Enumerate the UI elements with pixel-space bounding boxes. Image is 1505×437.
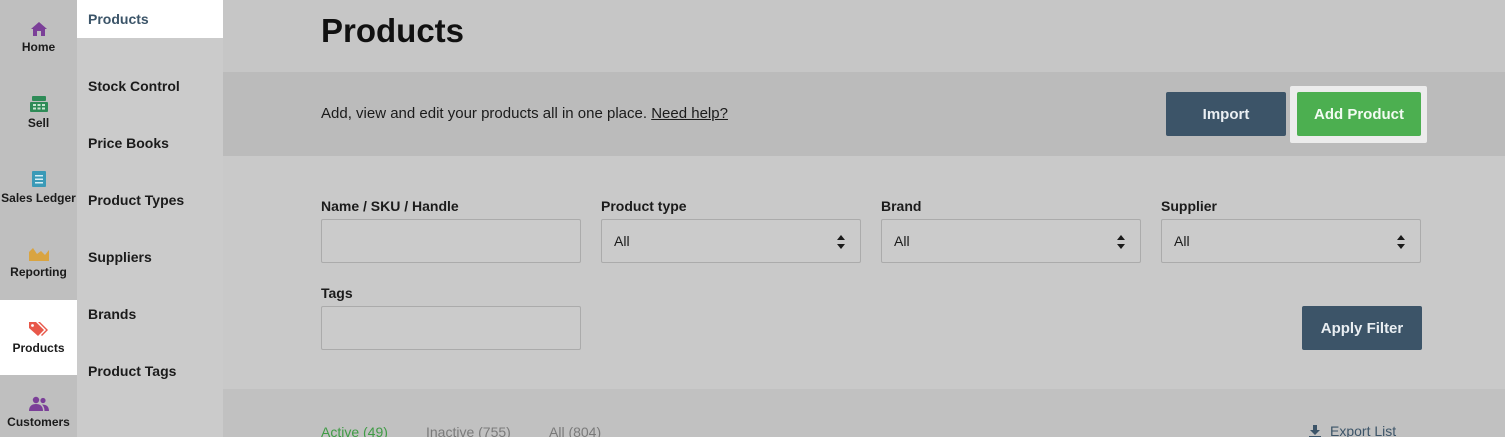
export-list-label: Export List [1330, 423, 1397, 437]
select-arrows-icon [1117, 235, 1125, 249]
nav-item-reporting[interactable]: Reporting [0, 225, 77, 300]
nav-label-products: Products [12, 341, 65, 355]
customers-icon [28, 396, 49, 411]
nav-item-sell[interactable]: Sell [0, 75, 77, 150]
apply-filter-button[interactable]: Apply Filter [1302, 306, 1422, 350]
name-sku-handle-label: Name / SKU / Handle [321, 198, 459, 214]
nav-item-products[interactable]: Products [0, 300, 77, 375]
sub-nav-item-brands[interactable]: Brands [77, 285, 223, 342]
supplier-label: Supplier [1161, 198, 1218, 214]
download-icon [1309, 425, 1321, 437]
sub-nav-item-stock-control[interactable]: Stock Control [77, 57, 223, 114]
filter-panel: Name / SKU / Handle Product type All Bra… [223, 156, 1505, 389]
main-content: Products Add, view and edit your product… [223, 0, 1505, 437]
tab-inactive[interactable]: Inactive (755) [426, 424, 511, 437]
nav-item-sales-ledger[interactable]: Sales Ledger [0, 150, 77, 225]
tab-all[interactable]: All (804) [549, 424, 601, 437]
action-bar: Add, view and edit your products all in … [223, 72, 1505, 156]
select-arrows-icon [1397, 235, 1405, 249]
product-list-header: Active (49) Inactive (755) All (804) Exp… [223, 389, 1505, 437]
select-arrows-icon [837, 235, 845, 249]
nav-label-home: Home [21, 40, 56, 54]
need-help-link[interactable]: Need help? [651, 105, 728, 122]
product-type-label: Product type [601, 198, 687, 214]
add-product-button[interactable]: Add Product [1297, 92, 1421, 136]
name-sku-handle-input[interactable] [321, 219, 581, 263]
tag-icon [28, 322, 48, 336]
brand-value: All [894, 233, 910, 249]
export-list-button[interactable]: Export List [1308, 423, 1396, 437]
supplier-value: All [1174, 233, 1190, 249]
brand-select[interactable]: All [881, 219, 1141, 263]
product-type-select[interactable]: All [601, 219, 861, 263]
sub-nav-item-products[interactable]: Products [77, 0, 223, 38]
icon-nav: Home Sell Sales Ledger Reporting Product… [0, 0, 77, 437]
product-type-value: All [614, 233, 630, 249]
register-icon [29, 96, 48, 112]
sub-nav-item-suppliers[interactable]: Suppliers [77, 228, 223, 285]
tags-input[interactable] [321, 306, 581, 350]
chart-icon [28, 248, 49, 261]
nav-label-customers: Customers [7, 415, 70, 429]
brand-label: Brand [881, 198, 922, 214]
sub-nav-item-product-tags[interactable]: Product Tags [77, 342, 223, 399]
nav-item-customers[interactable]: Customers [0, 375, 77, 437]
nav-label-sales-ledger: Sales Ledger [1, 191, 76, 205]
sub-nav-item-product-types[interactable]: Product Types [77, 171, 223, 228]
sub-nav-item-price-books[interactable]: Price Books [77, 114, 223, 171]
sub-nav: Products Stock Control Price Books Produ… [77, 0, 223, 437]
page-description: Add, view and edit your products all in … [321, 105, 728, 122]
page-title: Products [321, 12, 465, 49]
home-icon [30, 22, 47, 36]
tags-label: Tags [321, 285, 353, 301]
supplier-select[interactable]: All [1161, 219, 1421, 263]
import-button[interactable]: Import [1166, 92, 1286, 136]
description-text: Add, view and edit your products all in … [321, 105, 648, 122]
ledger-icon [31, 171, 46, 187]
tab-active[interactable]: Active (49) [321, 424, 388, 437]
nav-label-sell: Sell [27, 116, 50, 130]
nav-item-home[interactable]: Home [0, 0, 77, 75]
nav-label-reporting: Reporting [10, 265, 67, 279]
